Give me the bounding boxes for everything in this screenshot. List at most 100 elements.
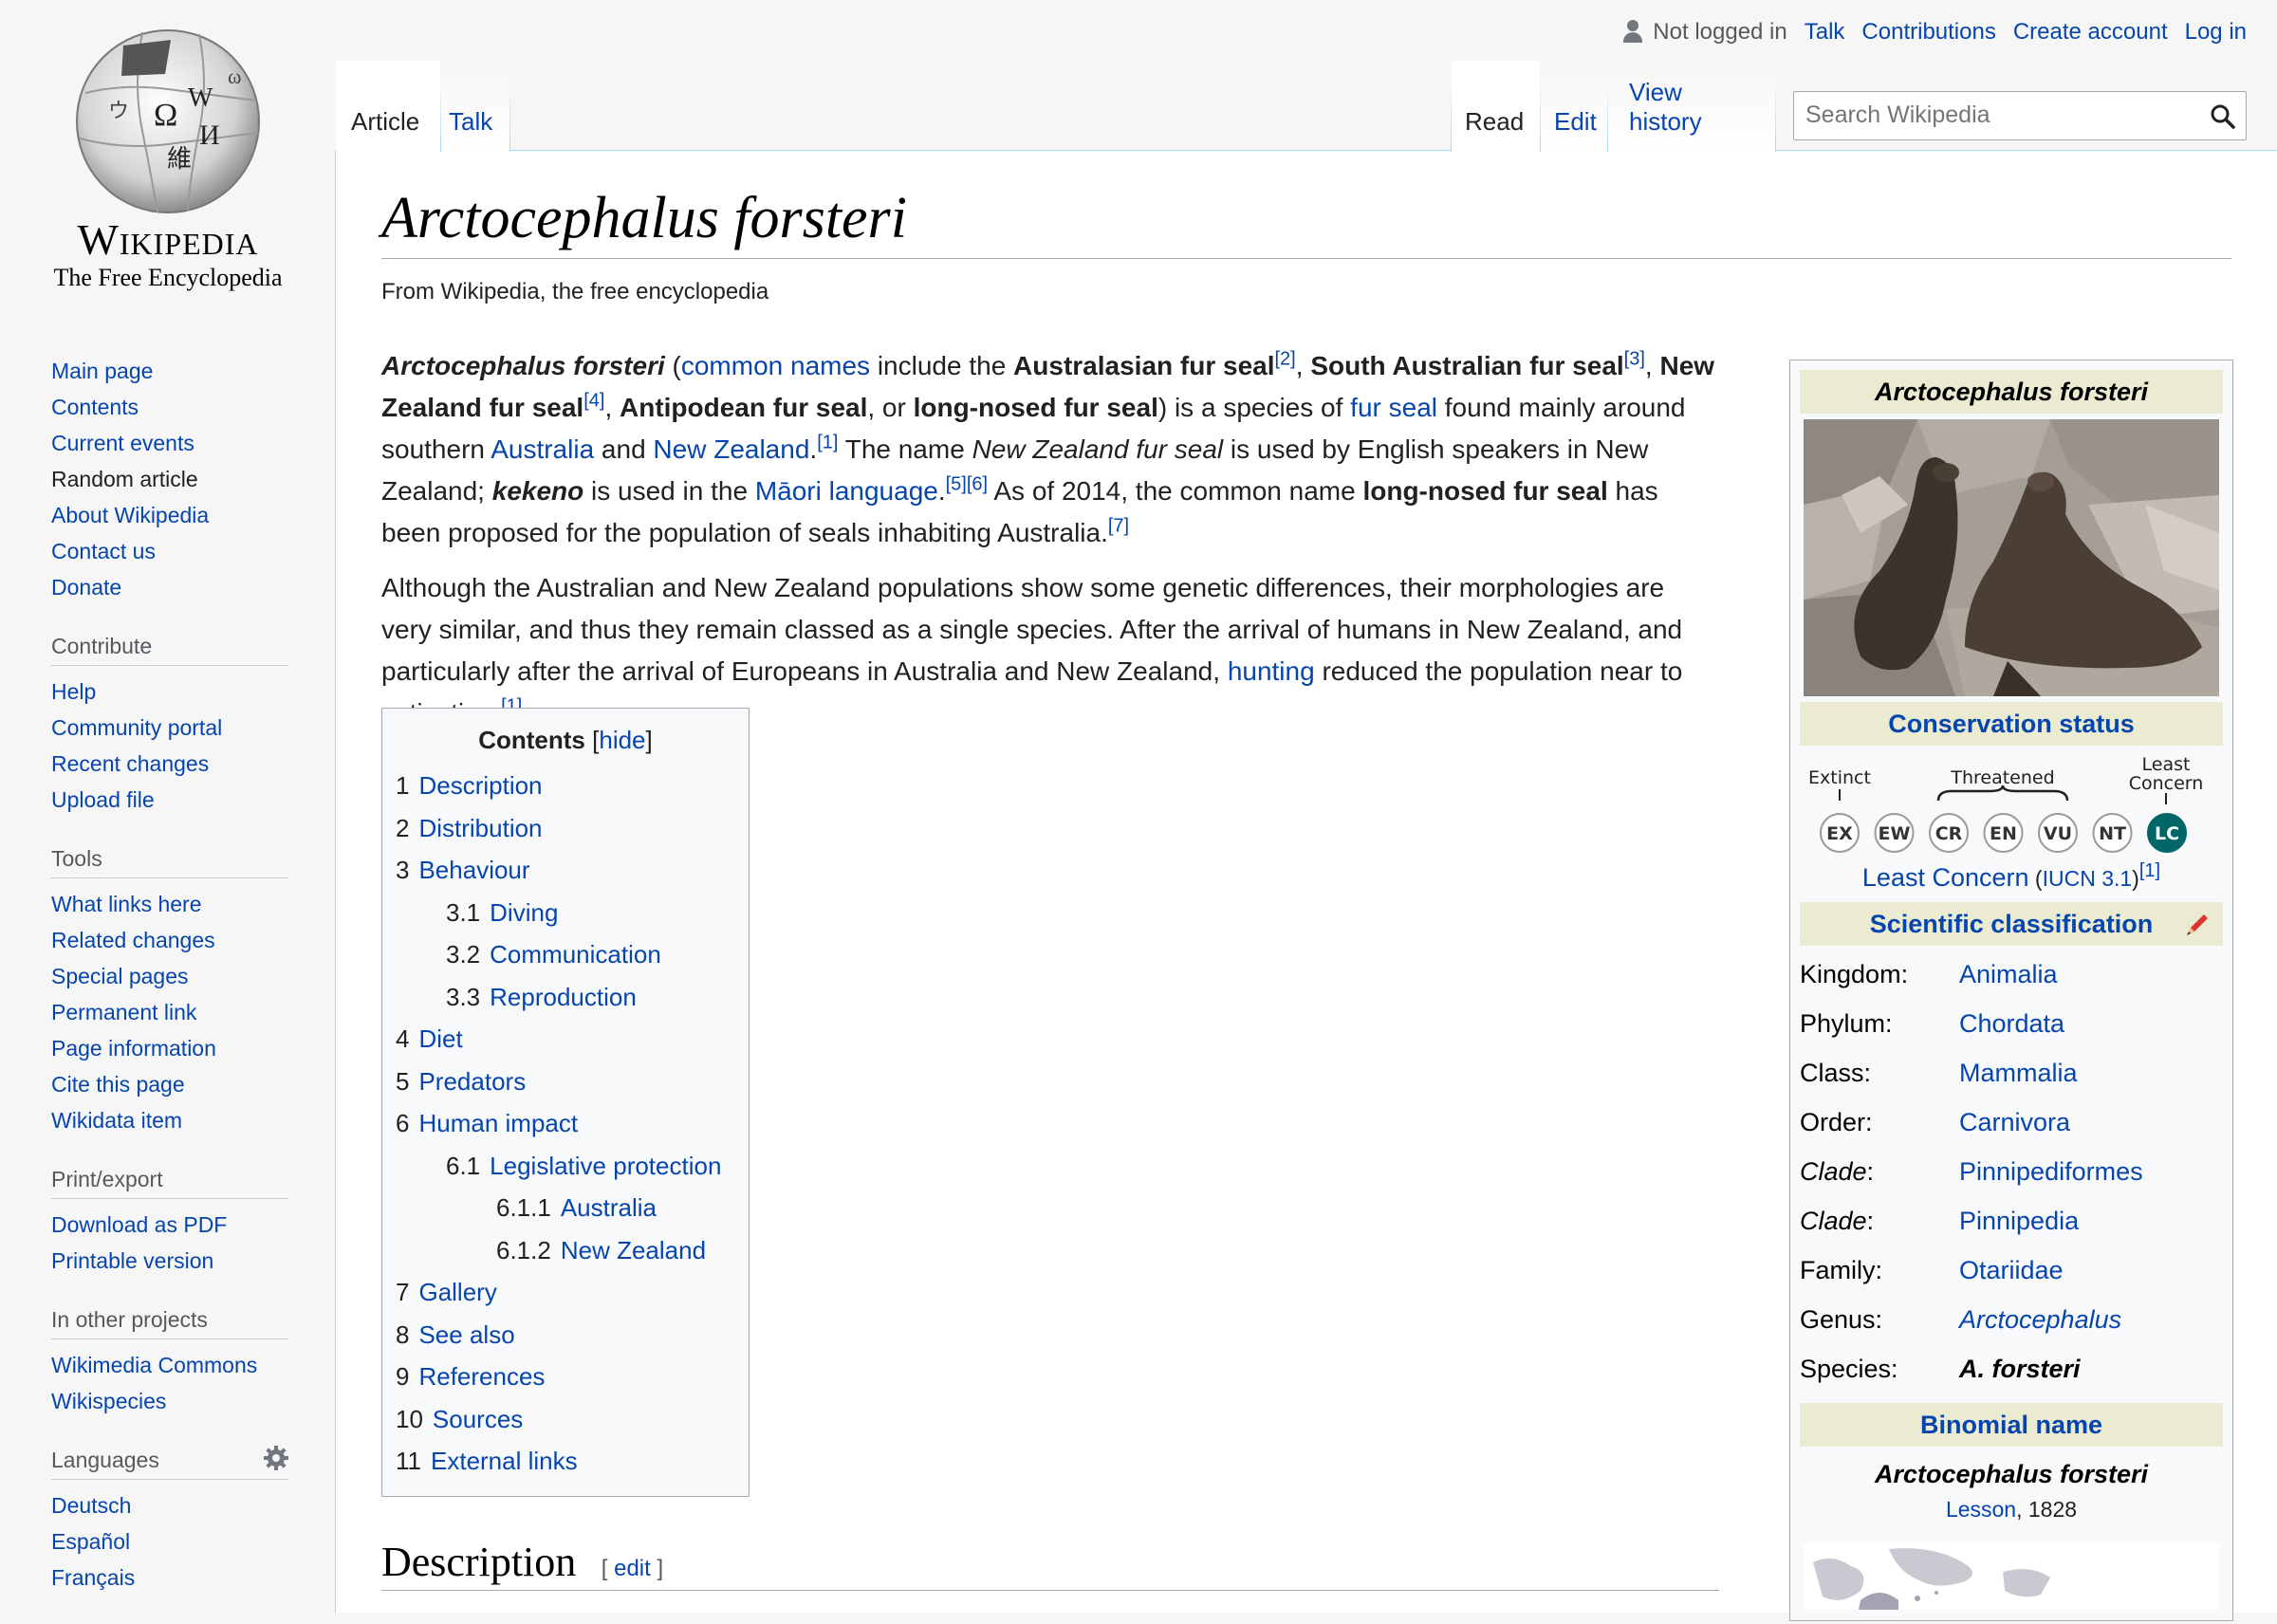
toc-item[interactable]: 6.1 Legislative protection: [396, 1145, 735, 1188]
reference-link[interactable]: [5]: [946, 474, 967, 495]
toc-link[interactable]: Reproduction: [490, 983, 637, 1011]
sidebar-item-related-changes[interactable]: Related changes: [51, 928, 215, 952]
fur-seal-link[interactable]: fur seal: [1350, 393, 1437, 422]
toc-link[interactable]: References: [418, 1362, 545, 1391]
reference-link[interactable]: [6]: [967, 474, 988, 495]
status-cr[interactable]: CR: [1929, 813, 1969, 853]
toc-item[interactable]: 6 Human impact: [396, 1102, 735, 1145]
toc-item[interactable]: 6.1.1 Australia: [396, 1187, 735, 1229]
status-ex[interactable]: EX: [1820, 813, 1860, 853]
reference-link[interactable]: [1]: [2139, 860, 2160, 881]
gear-icon[interactable]: [264, 1446, 288, 1470]
sidebar-item-upload-file[interactable]: Upload file: [51, 787, 155, 812]
taxon-link[interactable]: Pinnipediformes: [1959, 1147, 2143, 1196]
iucn-link[interactable]: IUCN 3.1: [2043, 866, 2133, 891]
sidebar-item-wikispecies[interactable]: Wikispecies: [51, 1389, 166, 1413]
sidebar-item-permanent-link[interactable]: Permanent link: [51, 1000, 196, 1024]
toc-item[interactable]: 3.1 Diving: [396, 892, 735, 934]
sidebar-item-random-article[interactable]: Random article: [51, 467, 198, 491]
toc-item[interactable]: 8 See also: [396, 1314, 735, 1356]
sidebar-item-about[interactable]: About Wikipedia: [51, 503, 209, 527]
sidebar-item-contents[interactable]: Contents: [51, 395, 139, 419]
taxon-link[interactable]: Pinnipedia: [1959, 1196, 2079, 1246]
toc-link[interactable]: External links: [431, 1447, 578, 1475]
status-nt[interactable]: NT: [2092, 813, 2133, 853]
create-account-link[interactable]: Create account: [2013, 19, 2168, 46]
reference-link[interactable]: [7]: [1108, 516, 1129, 537]
taxon-link[interactable]: Chordata: [1959, 999, 2064, 1048]
clade-link[interactable]: Clade: [1800, 1207, 1867, 1235]
binomial-name-heading[interactable]: Binomial name: [1800, 1403, 2223, 1447]
common-names-link[interactable]: common names: [681, 351, 870, 380]
toc-item[interactable]: 5 Predators: [396, 1061, 735, 1103]
sidebar-item-community-portal[interactable]: Community portal: [51, 715, 222, 740]
heading-text[interactable]: Binomial name: [1920, 1411, 2102, 1439]
sidebar-item-contact[interactable]: Contact us: [51, 539, 156, 563]
tab-article[interactable]: Article: [336, 61, 440, 152]
range-map[interactable]: [1804, 1543, 2219, 1610]
toc-hide-link[interactable]: hide: [599, 726, 645, 754]
new-zealand-link[interactable]: New Zealand: [653, 434, 809, 464]
taxon-link[interactable]: Otariidae: [1959, 1246, 2064, 1295]
taxon-link[interactable]: Mammalia: [1959, 1048, 2078, 1098]
clade-link[interactable]: Clade: [1800, 1157, 1867, 1186]
rank-label[interactable]: Clade:: [1800, 1147, 1959, 1196]
edit-pencil-icon[interactable]: [2183, 911, 2212, 939]
seal-photo[interactable]: [1804, 419, 2219, 696]
toc-link[interactable]: Behaviour: [418, 856, 529, 884]
taxon-link[interactable]: Carnivora: [1959, 1098, 2070, 1147]
sidebar-item-cite-this-page[interactable]: Cite this page: [51, 1072, 185, 1097]
sidebar-item-wikidata-item[interactable]: Wikidata item: [51, 1108, 182, 1133]
toc-item[interactable]: 2 Distribution: [396, 807, 735, 850]
hunting-link[interactable]: hunting: [1228, 656, 1315, 686]
sidebar-item-recent-changes[interactable]: Recent changes: [51, 751, 209, 776]
toc-item[interactable]: 4 Diet: [396, 1018, 735, 1061]
sidebar-item-what-links-here[interactable]: What links here: [51, 892, 202, 916]
language-link-espanol[interactable]: Español: [51, 1529, 130, 1554]
sidebar-item-help[interactable]: Help: [51, 679, 96, 704]
toc-link[interactable]: Gallery: [418, 1278, 496, 1306]
tab-edit[interactable]: Edit: [1541, 61, 1607, 152]
toc-item[interactable]: 10 Sources: [396, 1398, 735, 1441]
toc-item[interactable]: 9 References: [396, 1356, 735, 1398]
maori-language-link[interactable]: Māori language: [755, 476, 938, 506]
scientific-classification-link[interactable]: Scientific classification: [1870, 910, 2154, 938]
toc-item[interactable]: 6.1.2 New Zealand: [396, 1229, 735, 1272]
contributions-link[interactable]: Contributions: [1861, 19, 1995, 46]
reference-link[interactable]: [4]: [583, 391, 604, 412]
toc-link[interactable]: Human impact: [418, 1109, 578, 1137]
section-edit-link[interactable]: edit: [614, 1556, 651, 1581]
taxon-link[interactable]: Animalia: [1959, 950, 2058, 999]
toc-link[interactable]: Predators: [418, 1067, 526, 1096]
sidebar-item-wikimedia-commons[interactable]: Wikimedia Commons: [51, 1353, 257, 1377]
language-link-francais[interactable]: Français: [51, 1565, 135, 1590]
toc-item[interactable]: 1 Description: [396, 765, 735, 807]
tab-talk[interactable]: Talk: [441, 61, 509, 152]
tab-view-history[interactable]: View history: [1608, 61, 1775, 152]
authority-link[interactable]: Lesson: [1946, 1497, 2016, 1522]
toc-item[interactable]: 7 Gallery: [396, 1271, 735, 1314]
sidebar-item-printable-version[interactable]: Printable version: [51, 1248, 213, 1273]
toc-link[interactable]: Australia: [561, 1193, 657, 1222]
status-lc[interactable]: LC: [2147, 813, 2187, 853]
heading-text[interactable]: Conservation status: [1888, 710, 2135, 738]
toc-item[interactable]: 3.3 Reproduction: [396, 976, 735, 1019]
toc-link[interactable]: Legislative protection: [490, 1152, 721, 1180]
toc-link[interactable]: Communication: [490, 940, 661, 969]
toc-link[interactable]: New Zealand: [561, 1236, 706, 1264]
toc-link[interactable]: Description: [418, 771, 542, 800]
toc-link[interactable]: See also: [418, 1320, 514, 1349]
toc-link[interactable]: Diet: [418, 1024, 462, 1053]
sidebar-item-special-pages[interactable]: Special pages: [51, 964, 189, 988]
taxon-link[interactable]: Arctocephalus: [1959, 1295, 2121, 1344]
toc-link[interactable]: Sources: [433, 1405, 523, 1433]
conservation-status-heading[interactable]: Conservation status: [1800, 702, 2223, 746]
reference-link[interactable]: [1]: [817, 433, 838, 453]
toc-item[interactable]: 11 External links: [396, 1440, 735, 1483]
sidebar-item-current-events[interactable]: Current events: [51, 431, 194, 455]
toc-link[interactable]: Distribution: [418, 814, 542, 842]
language-link-deutsch[interactable]: Deutsch: [51, 1493, 131, 1518]
sidebar-item-download-pdf[interactable]: Download as PDF: [51, 1212, 227, 1237]
least-concern-link[interactable]: Least Concern: [1862, 863, 2029, 892]
sidebar-item-donate[interactable]: Donate: [51, 575, 121, 600]
